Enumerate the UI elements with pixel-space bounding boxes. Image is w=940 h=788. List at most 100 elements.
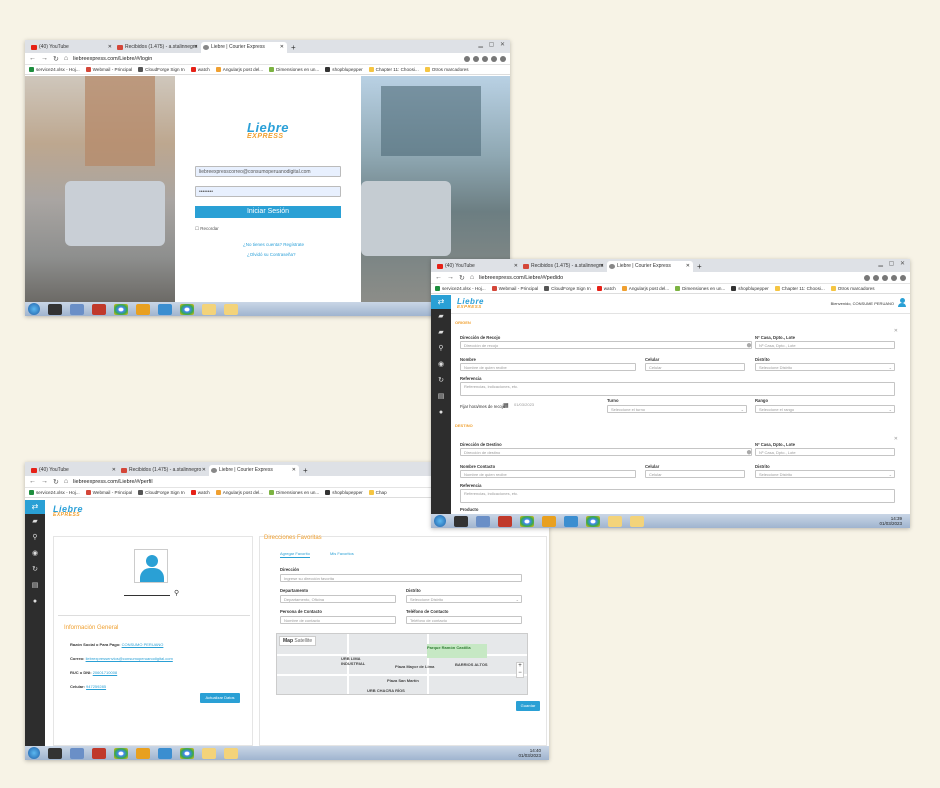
- sidebar-item-search[interactable]: ⚲: [431, 341, 451, 357]
- tab-gmail[interactable]: Recibidos (1.475) - a.stalinnegro ✕: [119, 465, 209, 476]
- bookmark-item[interactable]: shopblupepper: [325, 490, 363, 496]
- close-icon[interactable]: ✕: [202, 465, 206, 476]
- start-icon[interactable]: [28, 303, 40, 315]
- origen-nombre-input[interactable]: Nombre de quien recibe: [460, 363, 636, 371]
- url-input[interactable]: liebreexpress.com/Liebre/#/login: [73, 56, 152, 62]
- depto-input[interactable]: Departamento, Oficina: [280, 595, 396, 603]
- bookmark-item[interactable]: CloudForge Sign In: [544, 286, 591, 292]
- terminal-icon[interactable]: [454, 515, 468, 527]
- url-input[interactable]: liebreexpress.com/Liebre/#/pedido: [479, 275, 563, 281]
- map-type-control[interactable]: Map Satellite: [279, 636, 317, 646]
- media-icon[interactable]: [70, 303, 84, 315]
- new-tab-button[interactable]: +: [299, 465, 312, 476]
- reload-icon[interactable]: ↻: [459, 274, 465, 282]
- telefono-input[interactable]: Teléfono de contacto: [406, 616, 522, 624]
- bookmark-item[interactable]: Angularjs post del...: [215, 67, 263, 73]
- extension-icons[interactable]: [464, 55, 510, 62]
- reload-icon[interactable]: ↻: [53, 478, 59, 486]
- folder-icon[interactable]: [224, 303, 238, 315]
- sidebar-item-orders[interactable]: ▰: [431, 325, 451, 341]
- forward-icon[interactable]: →: [41, 55, 48, 62]
- window-controls[interactable]: ▁ ▢ ✕: [878, 260, 907, 267]
- system-clock[interactable]: 14:40 01/03/2023: [518, 748, 549, 758]
- app-icon[interactable]: [158, 303, 172, 315]
- bookmark-item[interactable]: Webmail - Principal: [85, 67, 132, 73]
- app-icon[interactable]: [92, 303, 106, 315]
- remember-checkbox[interactable]: ☐ Recordar: [195, 226, 219, 232]
- direccion-input[interactable]: Ingrese su dirección favorita: [280, 574, 522, 582]
- destino-nombre-input[interactable]: Nombre de quien recibe: [460, 470, 636, 478]
- destino-referencia-textarea[interactable]: Referencias, indicaciones, etc.: [460, 489, 895, 503]
- chrome-icon[interactable]: [586, 515, 600, 527]
- origen-celular-input[interactable]: Celular: [645, 363, 745, 371]
- start-icon[interactable]: [28, 747, 40, 759]
- map-tab[interactable]: Map: [283, 638, 293, 644]
- close-icon[interactable]: ✕: [894, 328, 898, 334]
- reload-icon[interactable]: ↻: [53, 55, 59, 63]
- bookmark-item[interactable]: Dimensiones en un...: [269, 67, 319, 73]
- sidebar-item-search[interactable]: ⚲: [25, 530, 45, 546]
- sublime-icon[interactable]: [136, 747, 150, 759]
- bookmark-item[interactable]: Otros marcadores: [830, 286, 875, 292]
- user-icon[interactable]: [898, 298, 906, 307]
- bookmark-item[interactable]: CloudForge Sign In: [138, 67, 185, 73]
- tab-youtube[interactable]: (40) YouTube ✕: [29, 465, 119, 476]
- tab-liebre[interactable]: Liebre | Courier Express ✕: [209, 465, 299, 476]
- bookmark-item[interactable]: service24.xlsx - Hoj...: [29, 490, 80, 496]
- close-icon[interactable]: ✕: [112, 465, 116, 476]
- app-icon[interactable]: [92, 747, 106, 759]
- sublime-icon[interactable]: [542, 515, 556, 527]
- origen-direccion-input[interactable]: Dirección de recojo: [460, 341, 752, 349]
- destino-direccion-input[interactable]: Dirección de destino: [460, 448, 752, 456]
- close-icon[interactable]: ✕: [292, 465, 296, 476]
- system-clock[interactable]: 14:39 01/03/2023: [879, 516, 910, 526]
- folder-icon[interactable]: [630, 515, 644, 527]
- media-icon[interactable]: [476, 515, 490, 527]
- bookmark-item[interactable]: Webmail - Principal: [491, 286, 538, 292]
- origen-turno-select[interactable]: Seleccione el turno ⌄: [607, 405, 747, 413]
- close-icon[interactable]: ✕: [194, 42, 198, 53]
- location-pin-icon[interactable]: ●: [746, 447, 752, 458]
- close-icon[interactable]: ✕: [600, 261, 604, 272]
- zoom-control[interactable]: + −: [516, 662, 524, 678]
- terminal-icon[interactable]: [48, 303, 62, 315]
- sidebar-item-history[interactable]: ◉: [25, 546, 45, 562]
- url-input[interactable]: liebreexpress.com/Liebre/#/perfil: [73, 479, 152, 485]
- tab-my-favorites[interactable]: Mis Favoritos: [330, 551, 354, 556]
- sidebar-item-profile[interactable]: ●: [25, 594, 45, 610]
- origen-distrito-select[interactable]: Seleccione Distrito ⌄: [755, 363, 895, 371]
- home-icon[interactable]: ⌂: [64, 55, 68, 62]
- origen-fecha-input[interactable]: 01/03/2023: [511, 401, 551, 409]
- search-icon[interactable]: ⚲: [174, 589, 179, 597]
- bookmark-item[interactable]: shopblupepper: [731, 286, 769, 292]
- chrome-icon[interactable]: [114, 303, 128, 315]
- origen-referencia-textarea[interactable]: Referencias, indicaciones, etc.: [460, 382, 895, 396]
- chrome-icon[interactable]: [520, 515, 534, 527]
- chrome-icon[interactable]: [180, 303, 194, 315]
- close-icon[interactable]: ✕: [514, 261, 518, 272]
- app-icon[interactable]: [564, 515, 578, 527]
- sidebar-item-billing[interactable]: ▤: [431, 389, 451, 405]
- terminal-icon[interactable]: [48, 747, 62, 759]
- bookmark-item[interactable]: Chap: [368, 490, 387, 496]
- chrome-icon[interactable]: [180, 747, 194, 759]
- origen-nro-input[interactable]: Nº Casa, Dpto., Lote: [755, 341, 895, 349]
- map[interactable]: Map Satellite URB LIMA INDUSTRIAL Plaza …: [276, 633, 528, 695]
- bookmark-item[interactable]: Chapter 11: Choosi...: [774, 286, 825, 292]
- satellite-tab[interactable]: Satellite: [294, 638, 312, 644]
- bookmark-item[interactable]: watch: [190, 490, 210, 496]
- tab-add-favorite[interactable]: Agregar Favorito: [280, 551, 310, 558]
- close-icon[interactable]: ✕: [894, 436, 898, 442]
- new-tab-button[interactable]: +: [287, 42, 300, 53]
- home-icon[interactable]: ⌂: [470, 274, 474, 281]
- folder-icon[interactable]: [224, 747, 238, 759]
- folder-icon[interactable]: [202, 303, 216, 315]
- bookmark-item[interactable]: Chapter 11: Choosi...: [368, 67, 419, 73]
- menu-toggle-icon[interactable]: ⇄: [431, 295, 451, 309]
- email-field[interactable]: liebreexpresscorreo@consumoperuanodigita…: [195, 166, 341, 177]
- sidebar-item-billing[interactable]: ▤: [25, 578, 45, 594]
- bookmark-item[interactable]: Otros marcadores: [424, 67, 469, 73]
- sidebar-item-refresh[interactable]: ↻: [25, 562, 45, 578]
- sidebar-item-refresh[interactable]: ↻: [431, 373, 451, 389]
- persona-input[interactable]: Nombre de contacto: [280, 616, 396, 624]
